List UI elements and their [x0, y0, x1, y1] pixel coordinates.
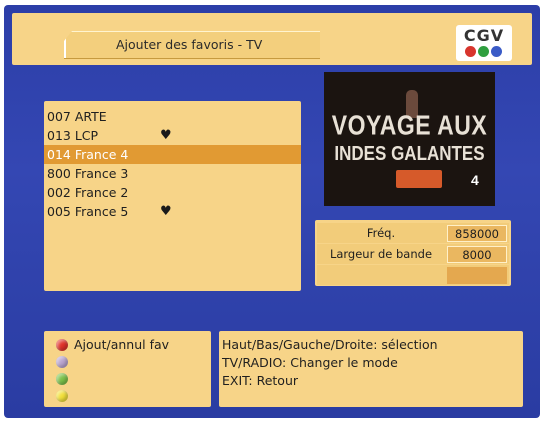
help-line-exit: EXIT: Retour	[222, 373, 299, 388]
bandwidth-row: Largeur de bande 8000	[317, 244, 509, 264]
freq-value: 858000	[447, 225, 507, 242]
channel-list: 007 ARTE 013 LCP ♥ 014 France 4 800 Fran…	[44, 107, 301, 221]
legend-red: Ajout/annul fav	[44, 336, 211, 353]
preview-truck	[396, 170, 442, 188]
purple-key-icon	[56, 356, 68, 368]
france4-logo-icon: 4	[471, 172, 479, 188]
logo-text: CGV	[463, 26, 505, 45]
legend-purple	[44, 353, 211, 370]
channel-row-arte[interactable]: 007 ARTE	[44, 107, 301, 126]
empty-row	[317, 265, 509, 285]
channel-row-france2[interactable]: 002 France 2	[44, 183, 301, 202]
color-key-legend: Ajout/annul fav	[44, 331, 211, 407]
channel-row-france4[interactable]: 014 France 4	[44, 145, 301, 164]
channel-label: 005 France 5	[47, 204, 129, 219]
cgv-logo: CGV	[456, 25, 512, 61]
favorite-heart-icon: ♥	[160, 128, 172, 143]
channel-label: 013 LCP	[47, 128, 99, 143]
logo-dot-blue	[491, 46, 502, 57]
channel-row-lcp[interactable]: 013 LCP ♥	[44, 126, 301, 145]
legend-yellow	[44, 387, 211, 404]
channel-label: 002 France 2	[47, 185, 129, 200]
channel-label: 800 France 3	[47, 166, 129, 181]
legend-green	[44, 370, 211, 387]
help-line-mode: TV/RADIO: Changer le mode	[222, 355, 398, 370]
favorite-heart-icon: ♥	[160, 204, 172, 219]
channel-list-panel: 007 ARTE 013 LCP ♥ 014 France 4 800 Fran…	[44, 101, 301, 291]
logo-dot-green	[478, 46, 489, 57]
signal-info-table: Fréq. 858000 Largeur de bande 8000	[315, 220, 511, 286]
channel-row-france3[interactable]: 800 France 3	[44, 164, 301, 183]
empty-value	[447, 267, 507, 284]
logo-dots	[465, 46, 502, 57]
legend-red-label: Ajout/annul fav	[74, 337, 170, 352]
channel-row-france5[interactable]: 005 France 5 ♥	[44, 202, 301, 221]
channel-label: 014 France 4	[47, 147, 129, 162]
red-key-icon	[56, 339, 68, 351]
bandwidth-value: 8000	[447, 246, 507, 263]
video-preview: VOYAGE AUX INDES GALANTES 4	[324, 72, 495, 206]
preview-title-line2: INDES GALANTES	[334, 142, 485, 165]
freq-label: Fréq.	[366, 226, 396, 240]
logo-dot-red	[465, 46, 476, 57]
help-line-navigation: Haut/Bas/Gauche/Droite: sélection	[222, 337, 438, 352]
page-title: Ajouter des favoris - TV	[116, 37, 263, 52]
green-key-icon	[56, 373, 68, 385]
header-bar: Ajouter des favoris - TV CGV	[12, 13, 532, 65]
bandwidth-label: Largeur de bande	[329, 247, 433, 261]
help-panel: Haut/Bas/Gauche/Droite: sélection TV/RAD…	[219, 331, 523, 407]
freq-row: Fréq. 858000	[317, 223, 509, 243]
preview-title-line1: VOYAGE AUX	[331, 109, 488, 141]
channel-label: 007 ARTE	[47, 109, 107, 124]
tv-screen: Ajouter des favoris - TV CGV 007 ARTE 01…	[4, 5, 540, 418]
yellow-key-icon	[56, 390, 68, 402]
